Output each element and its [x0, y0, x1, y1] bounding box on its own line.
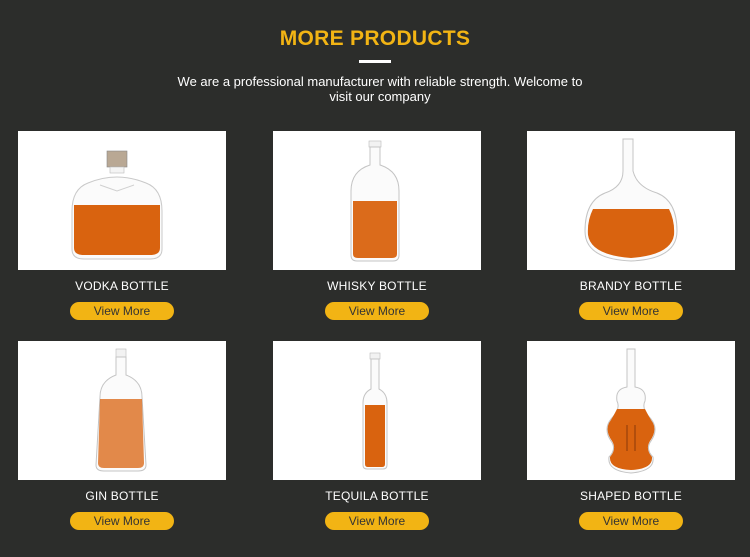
product-image-whisky [273, 131, 481, 270]
gin-bottle-illustration [95, 348, 147, 472]
brandy-bottle-illustration [584, 138, 678, 262]
vodka-bottle-illustration [71, 150, 163, 260]
product-image-vodka [18, 131, 226, 270]
view-more-button[interactable]: View More [70, 512, 174, 530]
product-image-brandy [527, 131, 735, 270]
view-more-button[interactable]: View More [325, 302, 429, 320]
product-name: WHISKY BOTTLE [327, 279, 427, 293]
section-title: MORE PRODUCTS [279, 27, 471, 50]
product-card-whisky: WHISKY BOTTLE View More [273, 131, 481, 320]
view-more-button[interactable]: View More [325, 512, 429, 530]
product-card-brandy: BRANDY BOTTLE View More [527, 131, 735, 320]
product-name: BRANDY BOTTLE [579, 279, 683, 293]
tequila-bottle-illustration [362, 352, 388, 470]
product-name: SHAPED BOTTLE [580, 489, 682, 503]
product-image-tequila [273, 341, 481, 480]
product-image-shaped [527, 341, 735, 480]
product-card-shaped: SHAPED BOTTLE View More [527, 341, 735, 530]
view-more-button[interactable]: View More [579, 302, 683, 320]
product-name: GIN BOTTLE [85, 489, 159, 503]
view-more-button[interactable]: View More [70, 302, 174, 320]
product-card-vodka: VODKA BOTTLE View More [18, 131, 226, 320]
section-subtitle: We are a professional manufacturer with … [177, 74, 583, 104]
product-name: VODKA BOTTLE [75, 279, 169, 293]
view-more-button[interactable]: View More [579, 512, 683, 530]
product-card-gin: GIN BOTTLE View More [18, 341, 226, 530]
shaped-bottle-illustration [606, 348, 656, 474]
product-name: TEQUILA BOTTLE [325, 489, 429, 503]
title-underline [359, 60, 391, 63]
product-image-gin [18, 341, 226, 480]
whisky-bottle-illustration [350, 140, 400, 262]
product-card-tequila: TEQUILA BOTTLE View More [273, 341, 481, 530]
